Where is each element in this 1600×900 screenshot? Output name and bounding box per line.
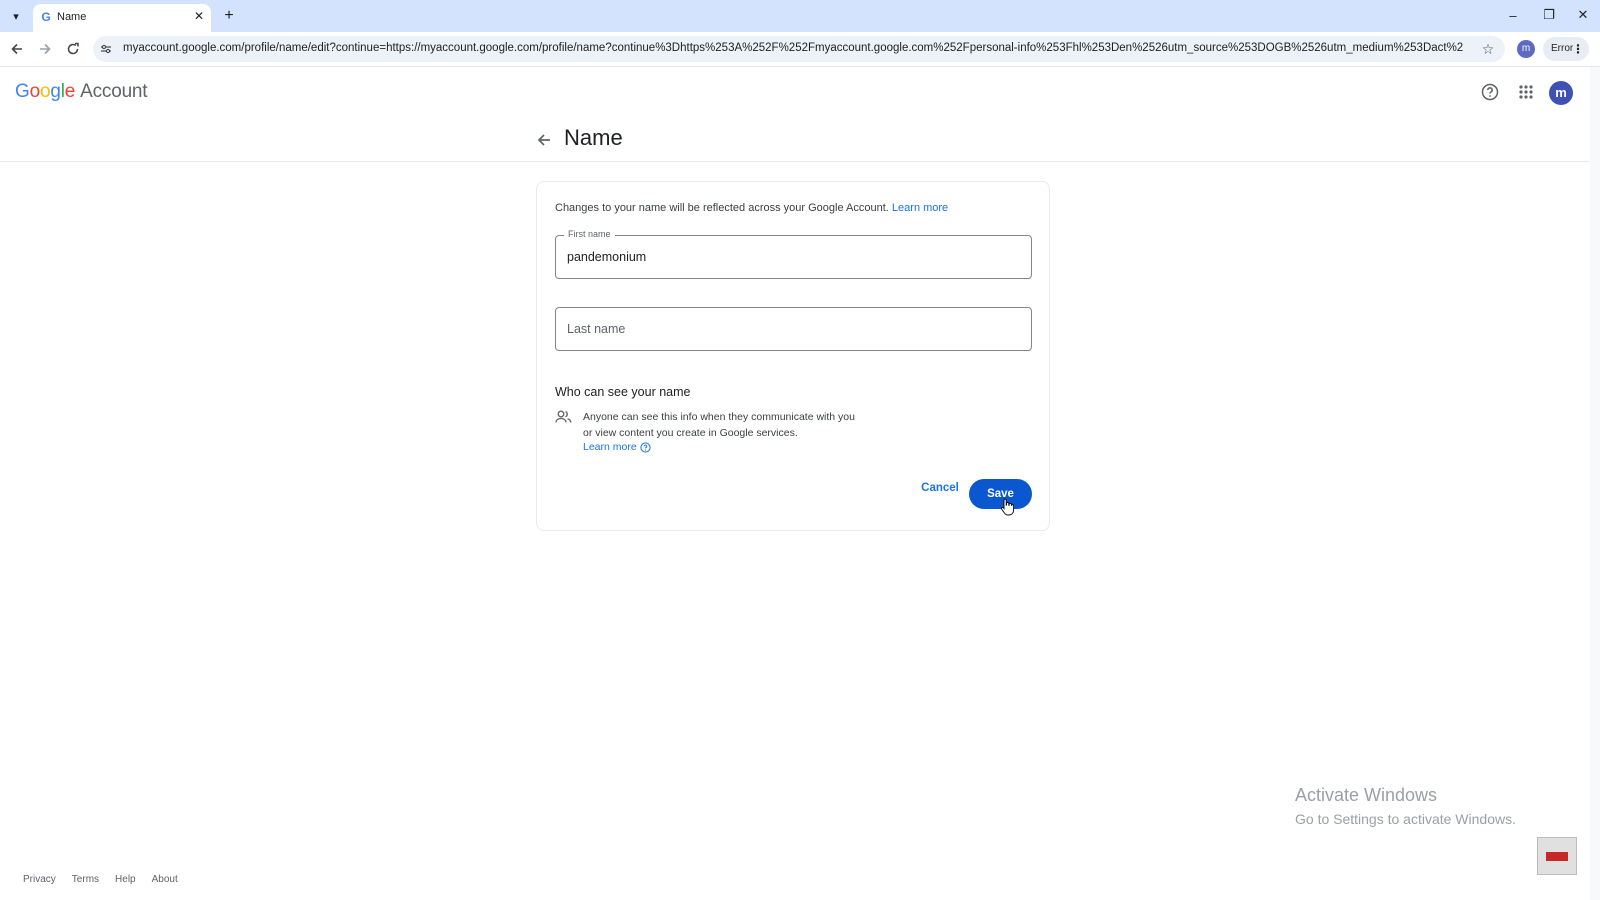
last-name-field[interactable]: [555, 307, 1032, 351]
intro-text: Changes to your name will be reflected a…: [555, 202, 948, 214]
first-name-field[interactable]: First name: [555, 229, 1032, 279]
forward-nav-icon[interactable]: [34, 38, 56, 60]
logo-letter: G: [15, 81, 30, 102]
visibility-description: Anyone can see this info when they commu…: [583, 411, 855, 439]
address-bar[interactable]: myaccount.google.com/profile/name/edit?c…: [93, 36, 1505, 62]
logo-letter: o: [29, 81, 41, 102]
app-header: Google Account: [0, 67, 1590, 119]
apps-grid-icon[interactable]: [1514, 80, 1538, 104]
footer-help-link[interactable]: Help: [115, 874, 136, 885]
visibility-learn-more-link[interactable]: Learn more: [583, 441, 651, 453]
site-info-tune-icon[interactable]: [97, 40, 115, 58]
watermark-line-2: Go to Settings to activate Windows.: [1295, 811, 1516, 827]
tab-search-chevron-icon[interactable]: ▾: [6, 6, 26, 26]
intro-learn-more-link[interactable]: Learn more: [892, 202, 948, 214]
more-vert-icon: ⋮: [1572, 42, 1584, 56]
thumbnail-image: [1537, 837, 1577, 875]
restore-icon[interactable]: ❐: [1532, 4, 1566, 26]
help-icon[interactable]: [1478, 80, 1502, 104]
footer-terms-link[interactable]: Terms: [72, 874, 99, 885]
browser-tabstrip: ▾ G Name ✕ + – ❐ ✕: [0, 0, 1600, 32]
url-text[interactable]: myaccount.google.com/profile/name/edit?c…: [123, 42, 1463, 54]
page-title: Name: [564, 125, 623, 150]
close-window-icon[interactable]: ✕: [1566, 4, 1600, 26]
windows-activation-watermark: Activate Windows Go to Settings to activ…: [1295, 785, 1516, 827]
logo-letter: g: [50, 81, 61, 102]
account-avatar[interactable]: m: [1549, 81, 1573, 105]
hand-cursor-icon: [1001, 498, 1014, 516]
thumbnail-red-label: [1546, 852, 1568, 861]
google-favicon-icon: G: [41, 10, 51, 24]
tab-title: Name: [57, 11, 87, 23]
new-tab-plus-icon[interactable]: +: [219, 6, 239, 26]
error-menu-button[interactable]: Error ⋮: [1543, 37, 1589, 61]
logo-account-text: Account: [80, 81, 148, 102]
visibility-heading: Who can see your name: [555, 385, 691, 399]
back-arrow-icon[interactable]: [533, 129, 555, 151]
error-chip-label: Error: [1551, 43, 1574, 54]
minimize-icon[interactable]: –: [1496, 4, 1530, 26]
first-name-input[interactable]: [567, 236, 1017, 278]
logo-letter: o: [39, 81, 51, 102]
cancel-button[interactable]: Cancel: [913, 475, 967, 501]
reload-icon[interactable]: [62, 38, 84, 60]
bookmark-star-icon[interactable]: ☆: [1478, 39, 1498, 59]
name-edit-card: Changes to your name will be reflected a…: [536, 181, 1050, 531]
google-account-logo[interactable]: Google Account: [15, 81, 148, 103]
watermark-line-1: Activate Windows: [1295, 785, 1438, 805]
help-circle-icon: [640, 441, 651, 453]
page-scrollbar[interactable]: [1590, 67, 1600, 900]
browser-profile-avatar[interactable]: m: [1517, 40, 1535, 58]
logo-letter: e: [64, 81, 76, 102]
footer-links: Privacy Terms Help About: [23, 874, 194, 885]
visibility-learn-more-label: Learn more: [583, 441, 637, 453]
browser-tab[interactable]: G Name ✕: [33, 4, 211, 32]
tab-close-icon[interactable]: ✕: [191, 8, 207, 24]
intro-message: Changes to your name will be reflected a…: [555, 202, 889, 214]
header-divider: [0, 161, 1590, 162]
last-name-input[interactable]: [567, 308, 1017, 350]
footer-privacy-link[interactable]: Privacy: [23, 874, 56, 885]
people-icon: [555, 410, 572, 424]
browser-toolbar: myaccount.google.com/profile/name/edit?c…: [0, 32, 1600, 67]
footer-about-link[interactable]: About: [152, 874, 178, 885]
back-nav-icon[interactable]: [6, 38, 28, 60]
